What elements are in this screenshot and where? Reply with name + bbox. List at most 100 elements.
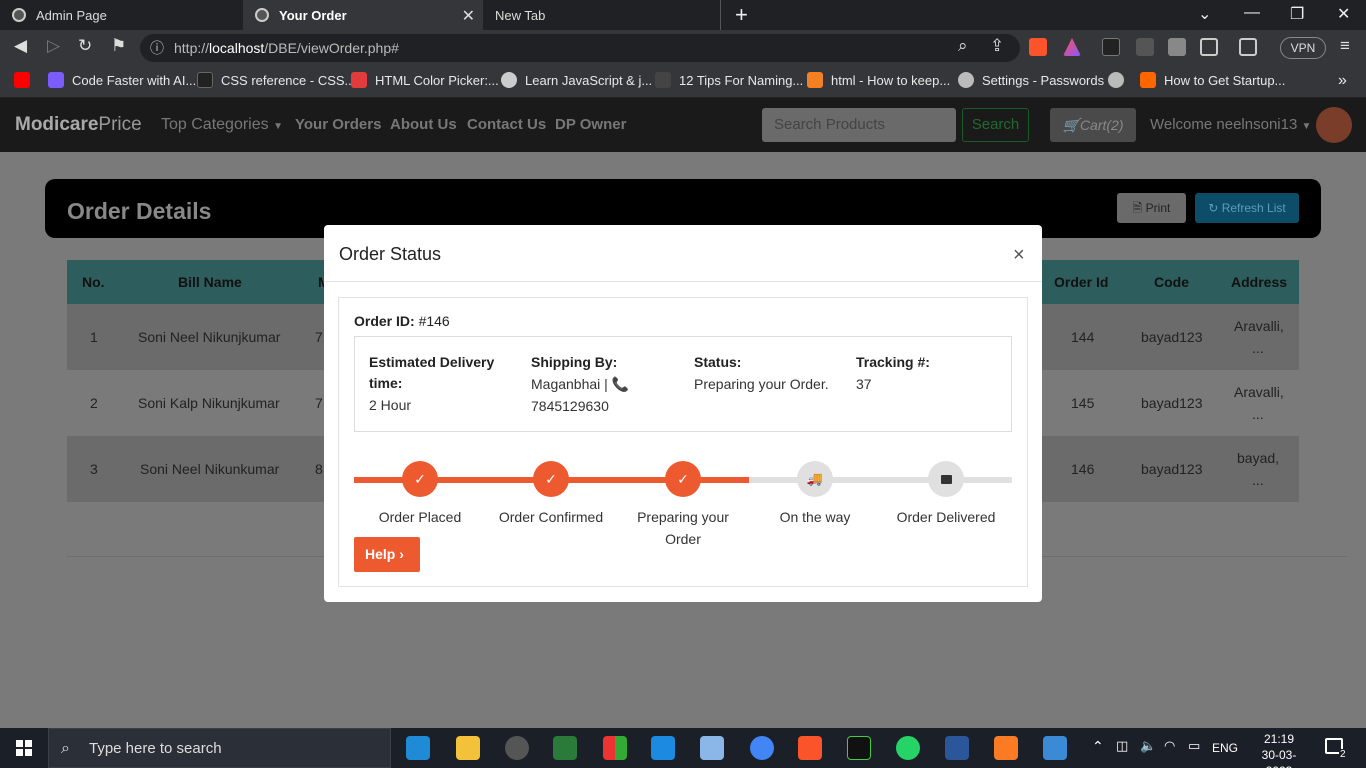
close-window-button[interactable]: ✕ bbox=[1337, 4, 1350, 24]
file-explorer-icon[interactable] bbox=[456, 736, 480, 760]
cell-address: Aravalli, bbox=[1234, 318, 1284, 334]
nav-dp-owner[interactable]: DP Owner bbox=[555, 116, 626, 133]
modal-close-button[interactable]: × bbox=[1013, 244, 1025, 267]
step-order-delivered bbox=[928, 461, 964, 497]
bookmark-item[interactable]: Code Faster with AI... bbox=[48, 72, 196, 88]
network-icon[interactable]: ◫ bbox=[1116, 738, 1128, 754]
print-button[interactable]: 🗎 Print bbox=[1117, 193, 1186, 223]
avatar[interactable] bbox=[1316, 107, 1352, 143]
bookmarks-overflow-button[interactable]: » bbox=[1338, 72, 1347, 90]
taskbar-search-input[interactable]: ⌕ Type here to search bbox=[48, 728, 391, 768]
new-tab-button[interactable]: + bbox=[735, 2, 748, 28]
bookmark-item[interactable]: Learn JavaScript & j... bbox=[501, 72, 652, 88]
refresh-list-button[interactable]: ↻ Refresh List bbox=[1195, 193, 1299, 223]
taskbar-search-placeholder: Type here to search bbox=[89, 740, 222, 757]
tray-chevron-icon[interactable]: ⌃ bbox=[1092, 738, 1104, 755]
cart-button[interactable]: 🛒Cart(2) bbox=[1050, 108, 1136, 142]
stackoverflow-icon bbox=[807, 72, 823, 88]
sidebar-icon[interactable] bbox=[1200, 38, 1218, 56]
tab-label: New Tab bbox=[495, 7, 546, 23]
delivery-value: 2 Hour bbox=[369, 397, 412, 413]
step-preparing: ✓ bbox=[665, 461, 701, 497]
brave-icon[interactable] bbox=[798, 736, 822, 760]
language-indicator[interactable]: ENG bbox=[1212, 741, 1238, 755]
cell-order-id: 144 bbox=[1071, 329, 1095, 345]
minimize-button[interactable]: — bbox=[1244, 4, 1260, 22]
pycharm-icon[interactable] bbox=[847, 736, 871, 760]
vpn-button[interactable]: VPN bbox=[1280, 37, 1326, 59]
photos-icon[interactable] bbox=[1043, 736, 1067, 760]
share-icon[interactable]: ⇪ bbox=[990, 36, 1004, 56]
cell-m: 7 bbox=[315, 395, 323, 411]
tab-your-order[interactable]: Your Order ✕ bbox=[243, 0, 483, 30]
back-button[interactable]: ◀ bbox=[14, 36, 27, 56]
truck-icon: 🚚 bbox=[806, 471, 824, 486]
order-id-value: #146 bbox=[418, 313, 450, 329]
media-player-icon[interactable] bbox=[505, 736, 529, 760]
zoom-icon[interactable]: ⌕ bbox=[958, 36, 968, 56]
bookmark-item[interactable]: html - How to keep... bbox=[807, 72, 950, 88]
task-view-icon[interactable] bbox=[406, 736, 430, 760]
search-input[interactable]: Search Products bbox=[762, 108, 956, 142]
help-button[interactable]: Help › bbox=[354, 537, 420, 572]
vscode-icon[interactable] bbox=[651, 736, 675, 760]
status-label: Status: bbox=[694, 354, 742, 370]
clock[interactable]: 21:19 30-03-2023 bbox=[1255, 731, 1303, 768]
color-picker-icon bbox=[351, 72, 367, 88]
freecodecamp-icon bbox=[655, 72, 671, 88]
brave-shield-icon[interactable] bbox=[1029, 38, 1047, 56]
bookmark-item[interactable] bbox=[1108, 72, 1132, 88]
wifi-icon[interactable]: ◠ bbox=[1164, 738, 1175, 754]
spreadsheet-app-icon[interactable] bbox=[553, 736, 577, 760]
xampp-icon[interactable] bbox=[994, 736, 1018, 760]
print-label: Print bbox=[1145, 201, 1171, 215]
search-button[interactable]: Search bbox=[962, 108, 1029, 142]
close-tab-icon[interactable]: ✕ bbox=[462, 6, 475, 26]
nav-contact-us[interactable]: Contact Us bbox=[467, 116, 546, 133]
site-brand[interactable]: ModicarePrice bbox=[15, 114, 142, 136]
word-icon[interactable] bbox=[945, 736, 969, 760]
extension-badge-icon[interactable] bbox=[1136, 38, 1154, 56]
nav-about-us[interactable]: About Us bbox=[390, 116, 457, 133]
bookmark-icon[interactable]: ⚑ bbox=[111, 36, 126, 56]
column-header: Order Id bbox=[1054, 274, 1109, 290]
bookmark-item[interactable]: 12 Tips For Naming... bbox=[655, 72, 803, 88]
shipping-name: Maganbhai | bbox=[531, 376, 608, 392]
bookmark-item[interactable]: How to Get Startup... bbox=[1140, 72, 1285, 88]
bookmark-item[interactable]: Settings - Passwords bbox=[958, 72, 1104, 88]
bookmark-youtube[interactable] bbox=[14, 72, 38, 88]
tab-search-chevron-icon[interactable]: ⌄ bbox=[1198, 4, 1211, 24]
brand-rest: Price bbox=[98, 114, 142, 135]
restore-button[interactable]: ❐ bbox=[1290, 4, 1304, 24]
extensions-puzzle-icon[interactable] bbox=[1168, 38, 1186, 56]
battery-icon[interactable]: ▭ bbox=[1188, 738, 1200, 754]
chrome-icon[interactable] bbox=[750, 736, 774, 760]
refresh-icon: ↻ bbox=[1208, 201, 1219, 215]
globe-icon bbox=[501, 72, 517, 88]
reload-button[interactable]: ↻ bbox=[78, 36, 92, 56]
bookmark-item[interactable]: CSS reference - CSS... bbox=[197, 72, 355, 88]
page-title: Order Details bbox=[67, 198, 212, 224]
forward-button[interactable]: ▷ bbox=[47, 36, 60, 56]
store-icon[interactable] bbox=[603, 736, 627, 760]
cell-code: bayad123 bbox=[1141, 461, 1203, 477]
virtualbox-icon[interactable] bbox=[700, 736, 724, 760]
tab-new-tab[interactable]: New Tab bbox=[483, 0, 721, 30]
nav-top-categories[interactable]: Top Categories ▼ bbox=[161, 116, 283, 134]
bookmark-item[interactable]: HTML Color Picker:... bbox=[351, 72, 499, 88]
cell-code: bayad123 bbox=[1141, 329, 1203, 345]
speaker-icon[interactable]: 🔈 bbox=[1140, 738, 1156, 754]
url-field[interactable]: ⓘ http://localhost/DBE/viewOrder.php# bbox=[140, 34, 1020, 62]
wallet-icon[interactable] bbox=[1239, 38, 1257, 56]
url-host: localhost bbox=[209, 40, 265, 56]
info-icon[interactable]: ⓘ bbox=[150, 34, 164, 62]
user-menu[interactable]: Welcome neelnsoni13 ▼ bbox=[1150, 116, 1311, 133]
url-scheme: http:// bbox=[174, 40, 210, 56]
whatsapp-icon[interactable] bbox=[896, 736, 920, 760]
lighthouse-extension-icon[interactable] bbox=[1102, 38, 1120, 56]
tab-admin-page[interactable]: Admin Page bbox=[0, 0, 243, 30]
menu-icon[interactable]: ≡ bbox=[1340, 36, 1350, 56]
start-button[interactable] bbox=[0, 728, 48, 768]
caret-down-icon: ▼ bbox=[273, 121, 283, 132]
nav-your-orders[interactable]: Your Orders bbox=[295, 116, 381, 133]
